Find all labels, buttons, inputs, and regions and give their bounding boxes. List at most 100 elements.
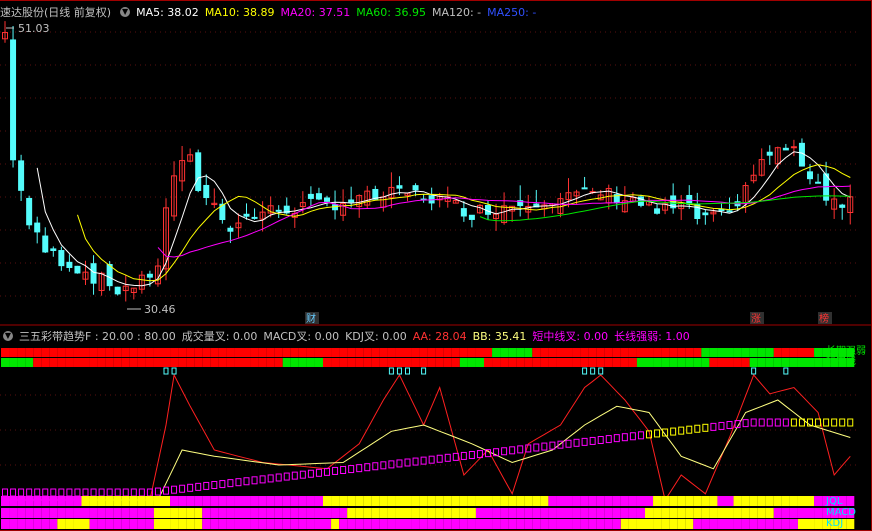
trend-band-cell	[765, 348, 774, 357]
signal-band-cell	[516, 519, 525, 529]
trend-band-cell	[653, 348, 662, 357]
trend-band-cell	[129, 348, 138, 357]
chevron-down-icon[interactable]: ▼	[120, 7, 131, 17]
signal-band-cell	[548, 508, 557, 518]
signal-band-cell	[564, 508, 573, 518]
signal-band-cell	[347, 496, 356, 506]
signal-band-cell	[781, 519, 790, 529]
signal-band-cell	[765, 519, 774, 529]
strength-box	[533, 443, 540, 452]
signal-band-cell	[226, 496, 235, 506]
signal-band-cell	[129, 496, 138, 506]
aa-line	[5, 373, 851, 502]
signal-band-cell	[355, 519, 364, 529]
trend-band-cell	[113, 348, 122, 357]
signal-band-cell	[137, 496, 146, 506]
trend-band-cell	[290, 348, 299, 357]
signal-band-cell	[186, 508, 195, 518]
signal-band-cell	[451, 496, 460, 506]
stock-title: 速达股份(日线 前复权)	[0, 6, 112, 19]
signal-band-cell	[347, 508, 356, 518]
trend-band-cell	[186, 358, 195, 367]
strength-box	[629, 432, 636, 441]
signal-band-cell	[620, 519, 629, 529]
trend-band-cell	[379, 358, 388, 367]
signal-band-cell	[765, 508, 774, 518]
strength-box	[106, 488, 113, 497]
signal-band-cell	[709, 496, 718, 506]
trend-band-cell	[210, 358, 219, 367]
trend-band-cell	[524, 348, 533, 357]
trend-band-cell	[242, 358, 251, 367]
signal-band-cell	[717, 496, 726, 506]
trend-band-cell	[137, 358, 146, 367]
signal-band-cell	[65, 496, 74, 506]
trend-band-cell	[427, 348, 436, 357]
signal-band-cell	[677, 519, 686, 529]
signal-band-cell	[475, 496, 484, 506]
strength-box	[2, 488, 8, 497]
indicator-label-5: 短中线叉: 0.00	[532, 330, 609, 343]
signal-band-cell	[33, 496, 42, 506]
signal-band-cell	[379, 508, 388, 518]
signal-band-cell	[9, 496, 18, 506]
signal-band-cell	[588, 508, 597, 518]
signal-band-cell	[701, 519, 710, 529]
candle-body	[348, 199, 355, 203]
signal-band-cell	[717, 508, 726, 518]
strength-box	[460, 451, 467, 460]
signal-band-cell	[1, 519, 10, 529]
signal-band-cell	[749, 519, 758, 529]
trend-band-cell	[331, 358, 340, 367]
signal-band-cell	[234, 519, 243, 529]
trend-band-cell	[81, 358, 90, 367]
signal-band-cell	[435, 508, 444, 518]
high-price-label: 51.03	[18, 22, 50, 35]
trend-band-cell	[757, 348, 766, 357]
signal-band-cell	[572, 519, 581, 529]
candle-body	[718, 208, 725, 211]
trend-band-cell	[435, 358, 444, 367]
signal-marker	[590, 367, 596, 375]
trend-band-cell	[355, 348, 364, 357]
signal-band-cell	[516, 508, 525, 518]
trend-band-cell	[443, 348, 452, 357]
chevron-down-icon[interactable]: ▼	[3, 331, 13, 341]
signal-band-cell	[218, 496, 227, 506]
trend-band-cell	[741, 348, 750, 357]
signal-band-cell	[459, 519, 468, 529]
strength-box	[670, 427, 677, 436]
signal-band-cell	[508, 508, 517, 518]
trend-band-cell	[435, 348, 444, 357]
signal-band-cell	[806, 519, 815, 529]
trend-band-cell	[1, 348, 10, 357]
trend-band-cell	[789, 358, 798, 367]
trend-band-cell	[145, 358, 154, 367]
trend-band-cell	[733, 358, 742, 367]
signal-band-cell	[49, 508, 58, 518]
signal-band-cell	[725, 519, 734, 529]
signal-band-cell	[250, 496, 259, 506]
signal-band-cell	[733, 508, 742, 518]
strength-box	[58, 488, 65, 497]
signal-band-cell	[323, 519, 332, 529]
signal-band-cell	[492, 519, 501, 529]
trend-band-cell	[339, 358, 348, 367]
signal-band-cell	[306, 519, 315, 529]
signal-band-cell	[274, 519, 283, 529]
trend-band-cell	[153, 348, 162, 357]
ma-label-4: MA120: -	[431, 5, 482, 19]
signal-marker	[582, 367, 588, 375]
signal-band-cell	[500, 519, 509, 529]
signal-band-cell	[709, 508, 718, 518]
signal-band-cell	[33, 508, 42, 518]
signal-marker	[388, 367, 394, 375]
trend-band-cell	[580, 348, 589, 357]
signal-band-cell	[564, 519, 573, 529]
strength-box	[235, 478, 242, 487]
signal-band-cell	[757, 519, 766, 529]
trend-band-cell	[645, 358, 654, 367]
signal-band-cell	[669, 519, 678, 529]
trend-band-cell	[250, 348, 259, 357]
trend-band-cell	[564, 348, 573, 357]
